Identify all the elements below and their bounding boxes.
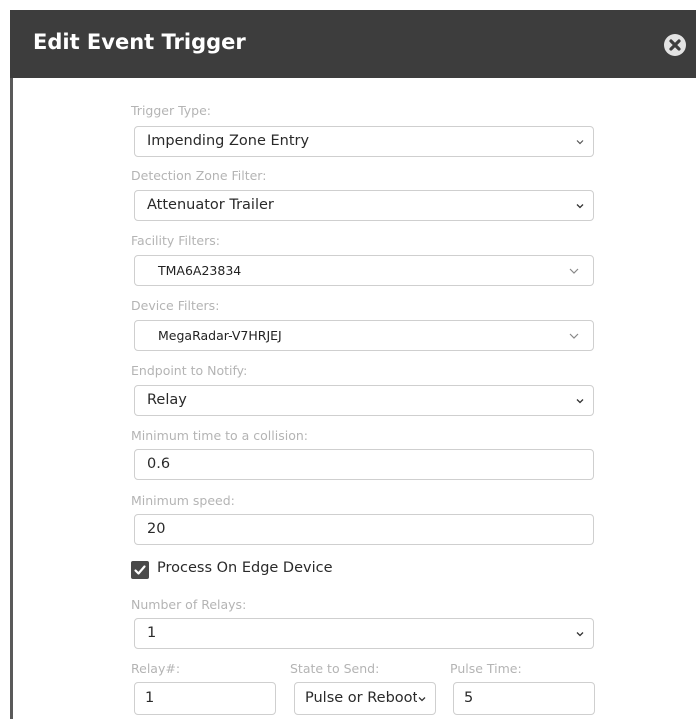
facility-filters-select[interactable]: TMA6A23834 [134,255,594,286]
detection-zone-select[interactable]: Attenuator Trailer [134,190,594,221]
num-relays-select[interactable]: 1 [134,618,594,649]
process-on-edge-checkbox[interactable] [131,561,149,579]
min-speed-label: Minimum speed: [131,493,235,508]
chevron-down-icon [569,268,579,274]
num-relays-value: 1 [147,625,157,641]
min-speed-input[interactable]: 20 [134,514,594,545]
relay-number-input[interactable]: 1 [134,682,276,715]
trigger-type-label: Trigger Type: [131,103,212,118]
dialog-left-border [10,78,13,719]
relay-number-value: 1 [145,690,155,706]
close-icon[interactable] [664,34,686,56]
num-relays-label: Number of Relays: [131,597,247,612]
trigger-type-select[interactable]: Impending Zone Entry [134,126,594,157]
endpoint-label: Endpoint to Notify: [131,363,248,378]
chevron-down-icon [576,399,584,404]
facility-filters-value: TMA6A23834 [158,263,242,278]
pulse-time-header: Pulse Time: [450,661,522,676]
pulse-time-input[interactable]: 5 [453,682,595,715]
pulse-time-value: 5 [464,690,474,706]
endpoint-value: Relay [147,392,187,408]
state-to-send-header: State to Send: [290,661,380,676]
page-background [0,0,10,719]
detection-zone-value: Attenuator Trailer [147,197,274,213]
state-to-send-value: Pulse or Reboot [305,690,417,706]
min-collision-time-input[interactable]: 0.6 [134,449,594,480]
chevron-down-icon [576,140,584,145]
facility-filters-label: Facility Filters: [131,233,220,248]
device-filters-label: Device Filters: [131,298,220,313]
state-to-send-select[interactable]: Pulse or Reboot [294,682,436,715]
chevron-down-icon [576,632,584,637]
trigger-type-value: Impending Zone Entry [147,133,310,149]
device-filters-value: MegaRadar-V7HRJEJ [158,328,282,343]
dialog-title: Edit Event Trigger [33,30,246,54]
chevron-down-icon [418,697,426,702]
min-collision-time-value: 0.6 [147,456,171,472]
relay-number-header: Relay#: [131,661,181,676]
dialog-header: Edit Event Trigger [10,10,696,78]
checkmark-icon [134,565,146,575]
min-speed-value: 20 [147,521,166,537]
detection-zone-label: Detection Zone Filter: [131,168,267,183]
process-on-edge-label: Process On Edge Device [157,560,333,576]
endpoint-select[interactable]: Relay [134,385,594,416]
device-filters-select[interactable]: MegaRadar-V7HRJEJ [134,320,594,351]
chevron-down-icon [569,333,579,339]
min-collision-time-label: Minimum time to a collision: [131,428,308,443]
edit-event-trigger-dialog: Edit Event Trigger Trigger Type: Impendi… [10,10,696,719]
chevron-down-icon [576,204,584,209]
